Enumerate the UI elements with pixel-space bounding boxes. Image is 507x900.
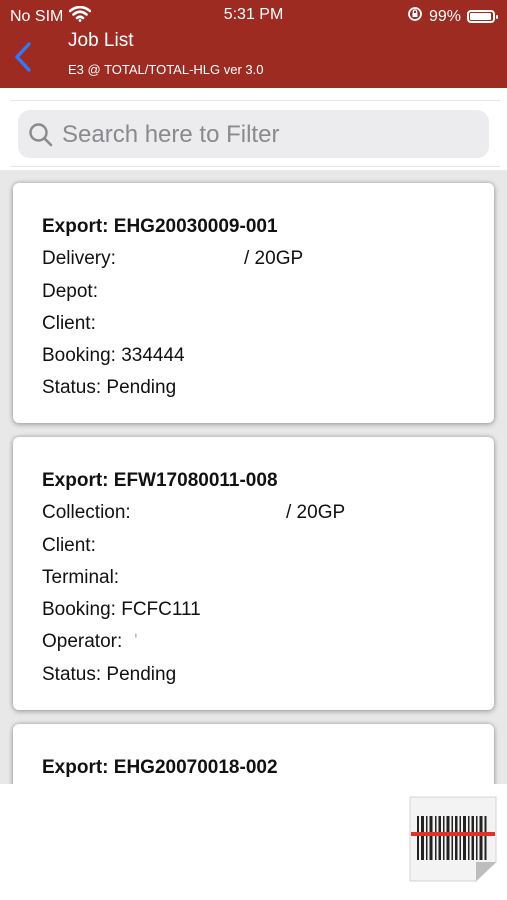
search-icon (28, 122, 54, 153)
job-card[interactable]: Export: EFW17080011-008 Collection: / 20… (13, 437, 494, 710)
app-header: No SIM 5:31 PM 99% Job List E3 @ TOTAL/T… (0, 0, 507, 88)
barcode-scan-icon (409, 796, 497, 886)
job-field-client: Client: (42, 534, 96, 556)
orientation-lock-icon (407, 6, 423, 27)
back-button[interactable] (8, 40, 38, 78)
job-field-depot: Depot: (42, 280, 98, 302)
job-list: Export: EHG20030009-001 Delivery: / 20GP… (0, 170, 507, 784)
field-value: / 20GP (286, 502, 346, 524)
clock: 5:31 PM (223, 6, 284, 23)
job-field-delivery: Delivery: / 20GP (42, 243, 494, 275)
job-card[interactable]: Export: EHG20030009-001 Delivery: / 20GP… (13, 183, 494, 423)
search-input[interactable] (60, 116, 484, 154)
job-title: Export: EFW17080011-008 (42, 470, 278, 491)
battery-percent: 99% (428, 7, 461, 25)
job-field-status: Status: Pending (42, 377, 177, 399)
divider (10, 100, 500, 101)
job-field-collection: Collection: / 20GP (42, 497, 494, 529)
job-title: Export: EHG20070018-002 (42, 757, 278, 778)
job-field-status: Status: Pending (42, 663, 177, 685)
chevron-left-icon (14, 41, 32, 77)
page-title: Job List (68, 30, 134, 51)
job-field-client: Client: (42, 312, 96, 334)
field-value: / 20GP (244, 248, 304, 270)
job-title: Export: EHG20030009-001 (42, 216, 278, 237)
field-label: Collection: (42, 502, 131, 524)
job-card[interactable]: Export: EHG20070018-002 (13, 724, 494, 784)
field-label: Delivery: (42, 248, 116, 270)
job-field-booking: Booking: FCFC111 (42, 599, 201, 621)
status-bar: No SIM 5:31 PM 99% (0, 0, 507, 30)
job-field-operator: Operator: ' (42, 626, 494, 658)
job-field-terminal: Terminal: (42, 566, 120, 588)
job-field-booking: Booking: 334444 (42, 345, 185, 367)
divider (10, 166, 500, 167)
search-bar[interactable] (18, 110, 489, 158)
field-label: Operator: (42, 631, 123, 653)
field-value: ' (134, 631, 138, 653)
page-subtitle: E3 @ TOTAL/TOTAL-HLG ver 3.0 (68, 62, 264, 77)
barcode-scan-button[interactable] (409, 796, 497, 882)
battery-icon (467, 10, 498, 23)
